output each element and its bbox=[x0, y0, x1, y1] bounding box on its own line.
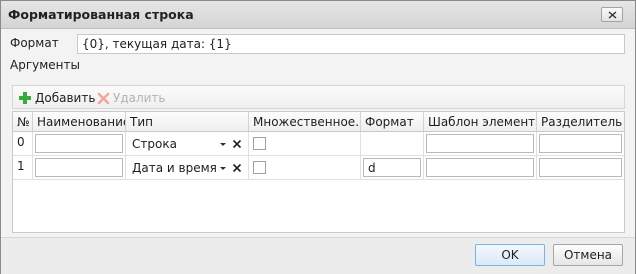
table-cell-template bbox=[424, 132, 537, 156]
add-button-label: Добавить bbox=[35, 91, 96, 105]
template-input[interactable] bbox=[426, 134, 534, 153]
header-number[interactable]: № bbox=[13, 112, 33, 132]
title-bar: Форматированная строка bbox=[1, 1, 635, 29]
dialog-title: Форматированная строка bbox=[8, 7, 194, 22]
table-cell-separator bbox=[537, 156, 624, 180]
row-number: 1 bbox=[13, 156, 33, 180]
ok-button[interactable]: OK bbox=[475, 244, 545, 266]
header-separator[interactable]: Разделитель bbox=[537, 112, 624, 132]
delete-button-label: Удалить bbox=[113, 91, 166, 105]
clear-icon[interactable] bbox=[232, 139, 242, 149]
arguments-label: Аргументы bbox=[10, 58, 80, 72]
chevron-down-icon[interactable] bbox=[218, 139, 228, 149]
chevron-down-icon[interactable] bbox=[218, 163, 228, 173]
table-cell-separator bbox=[537, 132, 624, 156]
delete-icon bbox=[97, 92, 110, 104]
plus-icon bbox=[19, 92, 31, 104]
arguments-toolbar: Добавить Удалить bbox=[12, 85, 625, 109]
table-cell-multiple bbox=[249, 132, 361, 156]
type-select[interactable]: Строка bbox=[130, 135, 242, 153]
close-button[interactable] bbox=[601, 7, 623, 22]
format-input[interactable]: {0}, текущая дата: {1} bbox=[77, 34, 625, 54]
table-cell-name bbox=[33, 156, 126, 180]
delete-button[interactable]: Удалить bbox=[97, 89, 166, 107]
arguments-grid: № Наименование Тип Множественное... Форм… bbox=[12, 111, 625, 233]
separator-input[interactable] bbox=[539, 134, 622, 153]
header-type[interactable]: Тип bbox=[126, 112, 249, 132]
format-cell-input[interactable]: d bbox=[363, 158, 421, 177]
table-cell-type: Строка bbox=[126, 132, 249, 156]
header-name[interactable]: Наименование bbox=[33, 112, 126, 132]
separator-input[interactable] bbox=[539, 158, 622, 177]
template-input[interactable] bbox=[426, 158, 534, 177]
table-cell-format bbox=[361, 132, 424, 156]
table-cell-format: d bbox=[361, 156, 424, 180]
add-button[interactable]: Добавить bbox=[18, 89, 95, 107]
header-multiple[interactable]: Множественное... bbox=[249, 112, 361, 132]
header-template[interactable]: Шаблон элемента bbox=[424, 112, 537, 132]
row-number: 0 bbox=[13, 132, 33, 156]
multiple-checkbox[interactable] bbox=[253, 137, 266, 150]
type-select[interactable]: Дата и время bbox=[130, 159, 242, 177]
header-format[interactable]: Формат bbox=[361, 112, 424, 132]
multiple-checkbox[interactable] bbox=[253, 161, 266, 174]
clear-icon[interactable] bbox=[232, 163, 242, 173]
format-label: Формат bbox=[10, 36, 59, 50]
name-input[interactable] bbox=[35, 158, 123, 177]
dialog-footer: OK Отмена bbox=[1, 237, 635, 274]
formatted-string-dialog: Форматированная строка Формат {0}, текущ… bbox=[0, 0, 636, 274]
table-cell-template bbox=[424, 156, 537, 180]
table-cell-type: Дата и время bbox=[126, 156, 249, 180]
table-cell-name bbox=[33, 132, 126, 156]
cancel-button[interactable]: Отмена bbox=[553, 244, 623, 266]
type-select-value: Строка bbox=[132, 137, 177, 151]
close-icon bbox=[608, 11, 617, 19]
type-select-value: Дата и время bbox=[132, 161, 217, 175]
name-input[interactable] bbox=[35, 134, 123, 153]
table-cell-multiple bbox=[249, 156, 361, 180]
